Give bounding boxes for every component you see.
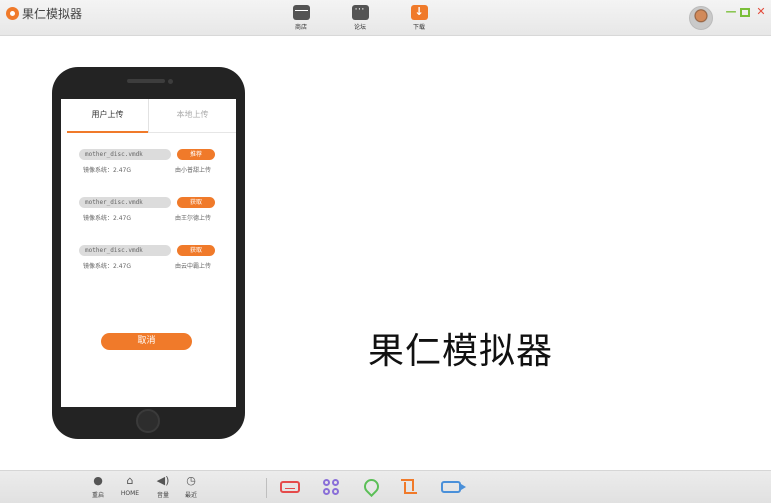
clock-icon: ◷: [186, 474, 196, 487]
recent-label: 最近: [184, 492, 197, 499]
file-name: mother_disc.vmdk: [79, 245, 171, 256]
title-bar: 果仁模拟器 商店 论坛 下载 — ✕: [0, 0, 771, 36]
maximize-icon[interactable]: [740, 8, 750, 17]
tab-forum[interactable]: 论坛: [342, 4, 378, 31]
recommend-button[interactable]: 推荐: [177, 149, 215, 160]
power-icon: ●: [93, 474, 103, 487]
volume-icon: ◀): [156, 474, 170, 487]
uploader: 由小普甜上传: [175, 167, 212, 174]
tab-forum-label: 论坛: [353, 24, 366, 31]
file-name: mother_disc.vmdk: [79, 149, 171, 160]
app-title: 果仁模拟器: [22, 7, 83, 21]
tab-store[interactable]: 商店: [283, 5, 319, 31]
file-size: 镜像系统：2.47G: [83, 167, 132, 174]
apps-icon[interactable]: [323, 479, 341, 495]
user-avatar[interactable]: [689, 6, 713, 30]
get-button[interactable]: 获取: [177, 245, 215, 256]
list-item: mother_disc.vmdk 获取 镜像系统：2.47G 由王尔德上传: [79, 197, 219, 225]
power-label: 重启: [91, 492, 104, 499]
uploader: 由云中霸上传: [175, 263, 212, 270]
tab-download-label: 下载: [412, 24, 425, 31]
file-name: mother_disc.vmdk: [79, 197, 171, 208]
tab-store-label: 商店: [294, 24, 307, 31]
tab-download[interactable]: 下载: [401, 5, 437, 31]
phone-home-button[interactable]: [136, 409, 160, 433]
keyboard-icon[interactable]: [280, 481, 300, 493]
bottom-toolbar: ● 重启 ⌂ HOME ◀) 音量 ◷ 最近: [0, 470, 771, 503]
home-icon: ⌂: [126, 474, 134, 487]
get-button[interactable]: 获取: [177, 197, 215, 208]
file-size: 镜像系统：2.47G: [83, 263, 132, 270]
power-button[interactable]: ● 重启: [83, 474, 113, 500]
tab-user-upload[interactable]: 用户上传: [67, 99, 148, 133]
download-icon: [410, 5, 428, 20]
tab-local-upload[interactable]: 本地上传: [149, 99, 236, 133]
home-button[interactable]: ⌂ HOME: [115, 474, 145, 498]
phone-camera: [168, 79, 173, 84]
close-icon[interactable]: ✕: [755, 6, 767, 18]
list-item: mother_disc.vmdk 推荐 镜像系统：2.47G 由小普甜上传: [79, 149, 219, 177]
home-label: HOME: [120, 490, 140, 497]
toolbar-divider: [266, 478, 267, 498]
main-title: 果仁模拟器: [368, 331, 554, 372]
file-size: 镜像系统：2.47G: [83, 215, 132, 222]
volume-button[interactable]: ◀) 音量: [148, 474, 178, 500]
crop-icon[interactable]: [401, 479, 419, 495]
uploader: 由王尔德上传: [175, 215, 212, 222]
recent-button[interactable]: ◷ 最近: [176, 474, 206, 500]
upload-tabs: 用户上传 本地上传: [61, 99, 236, 133]
cancel-button[interactable]: 取消: [101, 333, 192, 350]
location-icon[interactable]: [362, 479, 380, 495]
phone-frame: 用户上传 本地上传 mother_disc.vmdk 推荐 镜像系统：2.47G…: [52, 67, 245, 439]
list-item: mother_disc.vmdk 获取 镜像系统：2.47G 由云中霸上传: [79, 245, 219, 273]
volume-label: 音量: [156, 492, 169, 499]
phone-screen: 用户上传 本地上传 mother_disc.vmdk 推荐 镜像系统：2.47G…: [61, 99, 236, 407]
store-icon: [292, 5, 310, 20]
phone-speaker: [127, 79, 165, 83]
video-record-icon[interactable]: [441, 481, 466, 493]
chat-icon: [351, 4, 369, 20]
app-logo-icon: [6, 7, 19, 20]
minimize-icon[interactable]: —: [725, 6, 737, 18]
